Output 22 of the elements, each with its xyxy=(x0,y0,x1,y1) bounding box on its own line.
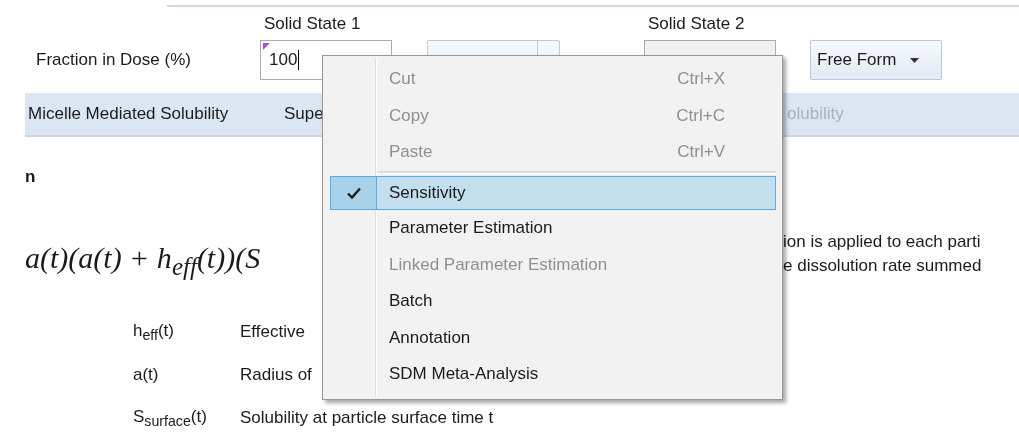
field-label: Fraction in Dose (%) xyxy=(35,50,192,70)
corner-marker-icon xyxy=(263,43,270,50)
menu-item[interactable]: Batch xyxy=(330,283,776,320)
menu-item[interactable]: Parameter Estimation xyxy=(330,210,776,247)
symbol: S$_{surface}$(t) xyxy=(133,406,207,431)
tab[interactable]: Micelle Mediated Solubility xyxy=(25,104,281,124)
caret-icon xyxy=(910,57,920,63)
column-header: Solid State 2 xyxy=(647,14,746,34)
column-header: Solid State 1 xyxy=(263,14,362,34)
description-text: e dissolution rate summed xyxy=(783,256,983,276)
definition-text: Effective xyxy=(240,322,305,343)
menu-item[interactable]: Sensitivity xyxy=(330,175,776,210)
menu-item[interactable]: Annotation xyxy=(330,319,776,356)
equation: a(t)(a(t) + h$_{eff}$(t))(S xyxy=(25,241,261,281)
menu-item[interactable]: SDM Meta-Analysis xyxy=(330,356,776,393)
section-heading: n xyxy=(25,167,37,188)
definition-text: Radius of xyxy=(240,365,312,386)
definition-text: Solubility at particle surface time t xyxy=(240,408,494,429)
dropdown[interactable]: Free Form xyxy=(810,40,942,80)
description-text: ion is applied to each parti xyxy=(783,232,982,252)
symbol: a(t) xyxy=(133,365,159,386)
symbol: h$_{eff}$(t) xyxy=(133,320,174,345)
